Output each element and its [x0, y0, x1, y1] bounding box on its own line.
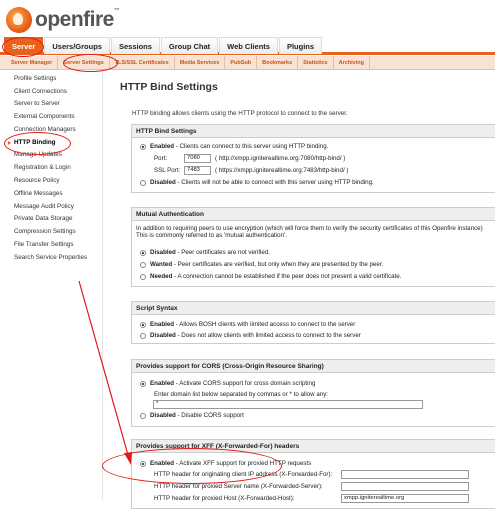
annotation-arrow — [78, 280, 132, 465]
